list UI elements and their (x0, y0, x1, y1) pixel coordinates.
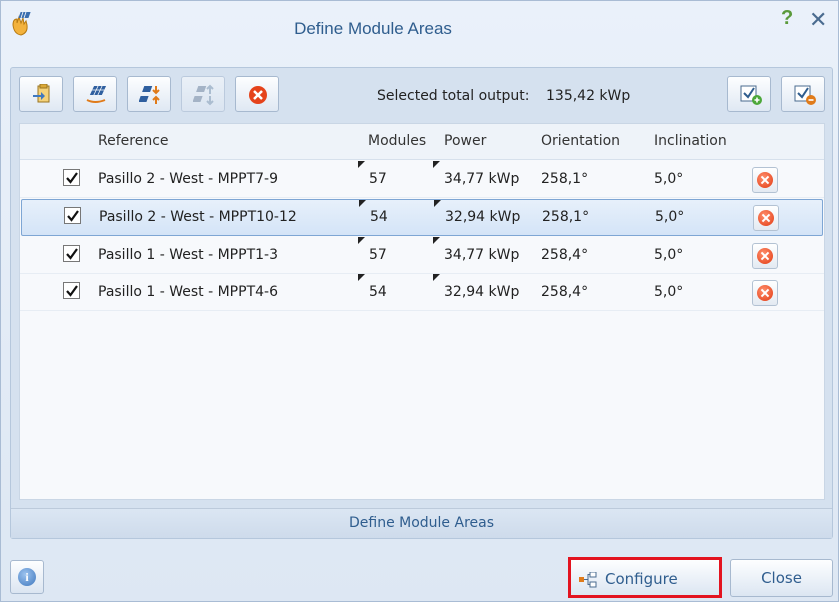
modules-edit-marker (358, 237, 365, 244)
cell-reference: Pasillo 2 - West - MPPT10-12 (99, 209, 297, 225)
power-edit-marker (433, 161, 440, 168)
cell-modules: 54 (369, 284, 387, 300)
info-icon: i (18, 568, 36, 586)
solar-hand-icon (9, 11, 33, 37)
power-edit-marker (434, 200, 441, 207)
delete-all-button[interactable] (235, 76, 279, 112)
row-delete-button[interactable] (752, 167, 778, 193)
define-module-areas-window: Define Module Areas ? ✕ Selected total o… (0, 0, 839, 602)
row-checkbox[interactable] (63, 245, 80, 262)
checklist-add-icon (740, 85, 762, 105)
grid-header: Reference Modules Power Orientation Incl… (20, 124, 824, 160)
cell-modules: 57 (369, 247, 387, 263)
cell-power: 32,94 kWp (445, 209, 521, 225)
configure-icon (579, 572, 597, 588)
checklist-remove-icon (794, 85, 816, 105)
module-areas-panel: Selected total output: 135,42 kWp Refere… (10, 67, 833, 539)
window-title: Define Module Areas (294, 19, 452, 38)
checkmark-icon (66, 248, 78, 260)
help-button[interactable]: ? (781, 7, 799, 33)
row-checkbox[interactable] (63, 169, 80, 186)
delete-icon (757, 285, 773, 301)
row-checkbox[interactable] (63, 282, 80, 299)
column-modules[interactable]: Modules (368, 133, 426, 149)
solar-panel-button[interactable] (73, 76, 117, 112)
cell-modules: 54 (370, 209, 388, 225)
check-remove-button[interactable] (781, 76, 825, 112)
cell-reference: Pasillo 2 - West - MPPT7-9 (98, 171, 278, 187)
cell-inclination: 5,0° (654, 247, 684, 263)
selected-output-label: Selected total output: (377, 88, 530, 104)
row-delete-button[interactable] (752, 280, 778, 306)
column-reference[interactable]: Reference (98, 133, 169, 149)
split-areas-button[interactable] (181, 76, 225, 112)
column-orientation[interactable]: Orientation (541, 133, 620, 149)
cell-orientation: 258,4° (541, 284, 589, 300)
table-row-selected[interactable]: Pasillo 2 - West - MPPT10-12 54 32,94 kW… (21, 199, 823, 236)
modules-edit-marker (359, 200, 366, 207)
configure-label: Configure (605, 570, 678, 588)
import-button[interactable] (19, 76, 63, 112)
check-add-button[interactable] (727, 76, 771, 112)
solar-panel-icon (86, 86, 107, 103)
cell-power: 34,77 kWp (444, 247, 520, 263)
delete-icon (757, 248, 773, 264)
row-checkbox[interactable] (64, 207, 81, 224)
modules-edit-marker (358, 274, 365, 281)
checkmark-icon (66, 172, 78, 184)
cell-orientation: 258,4° (541, 247, 589, 263)
cell-inclination: 5,0° (655, 209, 685, 225)
cell-inclination: 5,0° (654, 171, 684, 187)
table-row[interactable]: Pasillo 1 - West - MPPT1-3 57 34,77 kWp … (20, 237, 824, 274)
module-areas-grid: Reference Modules Power Orientation Incl… (19, 123, 825, 500)
row-delete-button[interactable] (752, 243, 778, 269)
row-delete-button[interactable] (753, 205, 779, 231)
configure-button[interactable]: Configure (568, 557, 722, 598)
delete-icon (757, 172, 773, 188)
close-button[interactable]: Close (730, 559, 833, 597)
cell-power: 34,77 kWp (444, 171, 520, 187)
merge-areas-icon (139, 86, 160, 104)
modules-edit-marker (358, 161, 365, 168)
close-window-button[interactable]: ✕ (809, 7, 833, 33)
table-row[interactable]: Pasillo 1 - West - MPPT4-6 54 32,94 kWp … (20, 274, 824, 311)
cell-power: 32,94 kWp (444, 284, 520, 300)
selected-output-value: 135,42 kWp (546, 88, 631, 104)
delete-icon (758, 210, 774, 226)
merge-areas-button[interactable] (127, 76, 171, 112)
title-bar: Define Module Areas ? ✕ (1, 1, 838, 59)
cell-reference: Pasillo 1 - West - MPPT1-3 (98, 247, 278, 263)
power-edit-marker (433, 237, 440, 244)
delete-icon (249, 86, 267, 104)
cell-orientation: 258,1° (541, 171, 589, 187)
split-areas-icon (193, 84, 214, 106)
info-button[interactable]: i (10, 560, 44, 594)
power-edit-marker (433, 274, 440, 281)
table-row[interactable]: Pasillo 2 - West - MPPT7-9 57 34,77 kWp … (20, 161, 824, 198)
toolbar: Selected total output: 135,42 kWp (11, 68, 832, 122)
checkmark-icon (66, 285, 78, 297)
cell-orientation: 258,1° (542, 209, 590, 225)
column-inclination[interactable]: Inclination (654, 133, 727, 149)
checkmark-icon (67, 210, 79, 222)
panel-footer-label: Define Module Areas (11, 508, 832, 538)
cell-modules: 57 (369, 171, 387, 187)
cell-reference: Pasillo 1 - West - MPPT4-6 (98, 284, 278, 300)
cell-inclination: 5,0° (654, 284, 684, 300)
import-icon (33, 84, 50, 103)
column-power[interactable]: Power (444, 133, 486, 149)
